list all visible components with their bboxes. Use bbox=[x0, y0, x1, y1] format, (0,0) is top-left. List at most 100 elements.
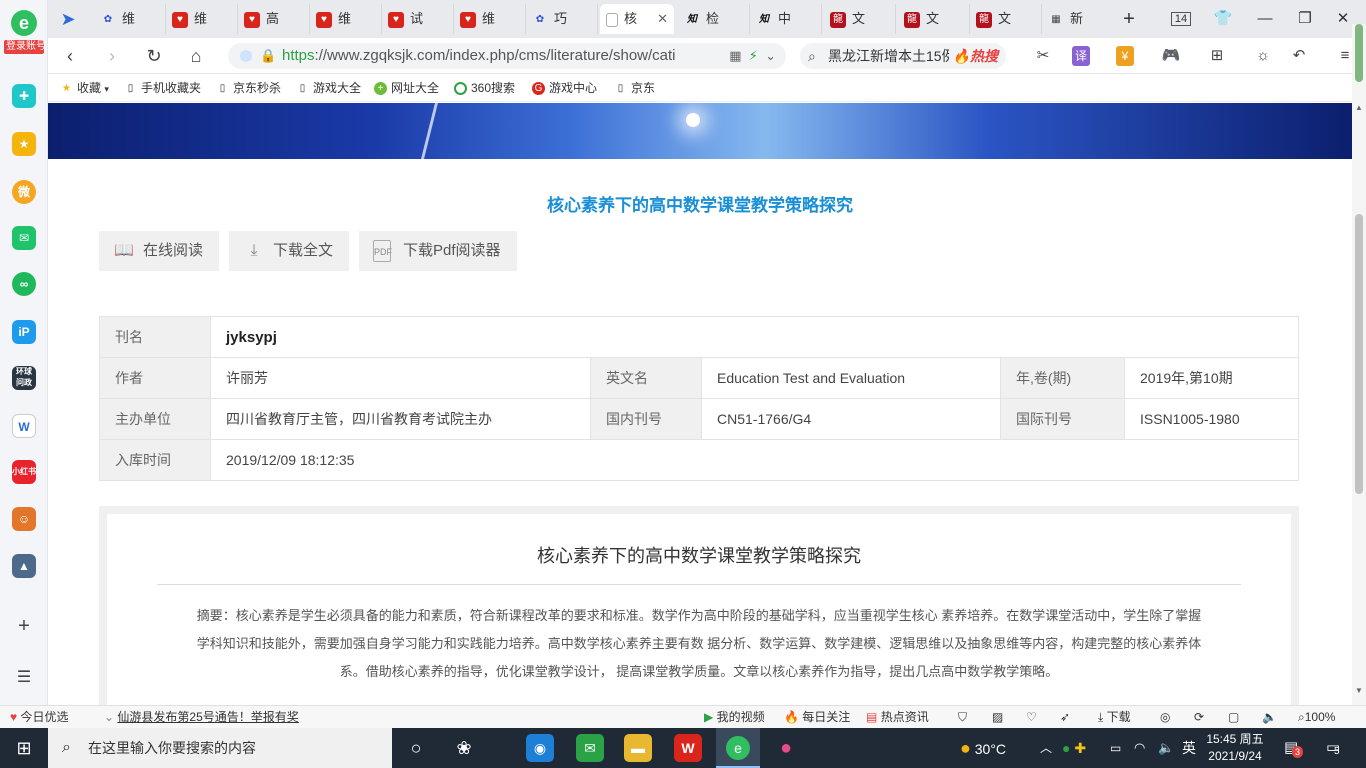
mail-icon[interactable]: ✉ bbox=[12, 226, 36, 250]
clock[interactable]: 15:45 周五 2021/9/24 bbox=[1198, 731, 1272, 765]
windows-start-icon[interactable]: ⊞ bbox=[10, 734, 38, 762]
today-picks[interactable]: ♥ 今日优选 bbox=[10, 706, 68, 728]
search-box[interactable]: ⌕ 黑龙江新增本土15例 🔥热搜 bbox=[800, 43, 1006, 69]
tab-14[interactable]: ▦ 新 bbox=[1042, 4, 1114, 34]
news-ticker[interactable]: ⌄ 仙游县发布第25号通告！举报有奖 bbox=[104, 706, 299, 728]
apps-grid-icon[interactable]: ⊞ bbox=[1206, 46, 1228, 66]
scroll-down-arrow-icon[interactable]: ▼ bbox=[1352, 686, 1366, 695]
vertical-scrollbar[interactable]: ▲ ▼ bbox=[1352, 24, 1366, 705]
tab-9[interactable]: 知检 bbox=[678, 4, 750, 34]
url-input[interactable]: 🔒 https://www.zgqksjk.com/index.php/cms/… bbox=[228, 43, 786, 69]
menu-list-icon[interactable]: ☰ bbox=[12, 666, 36, 690]
bookmark-360-search[interactable]: 360搜索 bbox=[454, 75, 515, 102]
rocket-icon[interactable]: ➶ bbox=[1060, 706, 1070, 728]
bookmark-mobile[interactable]: ▯ 手机收藏夹 bbox=[124, 75, 201, 102]
tray-expand-icon[interactable]: ︿ bbox=[1040, 728, 1052, 768]
ime-indicator[interactable]: 英 bbox=[1182, 728, 1196, 768]
brightness-icon[interactable]: ☼ bbox=[1252, 46, 1274, 66]
browser-app-icon[interactable]: ◉ bbox=[526, 734, 554, 762]
ip-icon[interactable]: iP bbox=[12, 320, 36, 344]
action-center-icon[interactable]: ▭ 5 bbox=[1326, 728, 1340, 768]
download-pdf-reader-button[interactable]: PDF 下载Pdf阅读器 bbox=[359, 231, 517, 271]
url-tail-icons[interactable]: ▦ ⚡ ⌄ bbox=[729, 43, 776, 69]
compass-icon[interactable]: ➤ bbox=[54, 5, 82, 33]
health-icon[interactable]: ✚ bbox=[12, 84, 36, 108]
tab-4[interactable]: ♥ 维 bbox=[310, 4, 382, 34]
translate-icon[interactable]: 译 bbox=[1072, 46, 1090, 66]
hot-search-label[interactable]: 🔥热搜 bbox=[948, 43, 998, 69]
360-browser-taskbar-icon[interactable]: e bbox=[716, 728, 760, 768]
home-button[interactable]: ⌂ bbox=[182, 42, 210, 70]
bookmark-url-nav[interactable]: + 网址大全 bbox=[374, 75, 439, 102]
tab-count-button[interactable]: 14 bbox=[1166, 4, 1196, 34]
weather[interactable]: ● 30°C bbox=[960, 728, 1006, 768]
minimize-button[interactable]: — bbox=[1250, 4, 1280, 34]
tab-6[interactable]: ♥ 维 bbox=[454, 4, 526, 34]
tab-2[interactable]: ♥ 维 bbox=[166, 4, 238, 34]
weibo-icon[interactable]: 微 bbox=[12, 180, 36, 204]
tab-10[interactable]: 知中 bbox=[750, 4, 822, 34]
wifi-icon[interactable]: ◠ bbox=[1134, 728, 1145, 768]
news-icon[interactable]: 环球 问政 bbox=[12, 366, 36, 390]
skin-shirt-icon[interactable]: 👕 bbox=[1208, 4, 1238, 34]
window-icon[interactable]: ▢ bbox=[1228, 706, 1239, 728]
tab-5[interactable]: ♥ 试 bbox=[382, 4, 454, 34]
back-button[interactable]: ‹ bbox=[56, 42, 84, 70]
favorite-star-icon[interactable]: ★ bbox=[12, 132, 36, 156]
word-doc-icon[interactable]: W bbox=[12, 414, 36, 438]
sync-icon[interactable]: ⟳ bbox=[1194, 706, 1204, 728]
scissors-icon[interactable]: ✂ bbox=[1032, 46, 1054, 66]
my-video[interactable]: ▶ 我的视频 bbox=[704, 706, 765, 728]
tray-green-icon[interactable]: ● ✚ bbox=[1062, 728, 1086, 768]
tab-1[interactable]: ✿ 维 bbox=[94, 4, 166, 34]
game-controller-icon[interactable]: 🎮 bbox=[1160, 46, 1182, 66]
login-badge[interactable]: 登录账号 bbox=[4, 40, 46, 54]
speaker-icon[interactable]: 🔈 bbox=[1158, 728, 1174, 768]
read-online-button[interactable]: 📖 在线阅读 bbox=[99, 231, 219, 271]
wechat-icon[interactable]: ✉ bbox=[576, 734, 604, 762]
health-status-icon[interactable]: ♡ bbox=[1026, 706, 1037, 728]
scrollbar-thumb[interactable] bbox=[1355, 214, 1363, 494]
volume-icon[interactable]: 🔈 bbox=[1262, 706, 1277, 728]
game-icon-2[interactable]: ▲ bbox=[12, 554, 36, 578]
tab-8-active[interactable]: 核 ✕ bbox=[600, 4, 674, 34]
download-full-button[interactable]: ⤓ 下载全文 bbox=[229, 231, 349, 271]
close-tab-icon[interactable]: ✕ bbox=[657, 4, 668, 34]
browser-logo[interactable]: e 登录账号 bbox=[4, 10, 46, 60]
refresh-button[interactable]: ↻ bbox=[140, 42, 168, 70]
game-icon-1[interactable]: ☺ bbox=[12, 507, 36, 531]
tab-3[interactable]: ♥ 高 bbox=[238, 4, 310, 34]
scroll-up-arrow-icon[interactable]: ▲ bbox=[1352, 103, 1366, 112]
bookmark-jd[interactable]: ▯ 京东 bbox=[614, 75, 655, 102]
cortana-icon[interactable]: ○ bbox=[402, 734, 430, 762]
tab-12[interactable]: 龍文 bbox=[898, 4, 970, 34]
tab-13[interactable]: 龍文 bbox=[970, 4, 1042, 34]
add-icon[interactable]: + bbox=[12, 614, 36, 638]
coupon-icon[interactable]: ¥ bbox=[1116, 46, 1134, 66]
battery-icon[interactable]: ▭ bbox=[1110, 728, 1121, 768]
color-drop-icon[interactable]: ● bbox=[772, 734, 800, 762]
restore-button[interactable]: ❐ bbox=[1290, 4, 1320, 34]
privacy-icon[interactable]: ◎ bbox=[1160, 706, 1170, 728]
shield-status-icon[interactable]: ⛉ bbox=[958, 706, 967, 728]
tab-11[interactable]: 龍文 bbox=[824, 4, 896, 34]
bookmark-game-center[interactable]: G 游戏中心 bbox=[532, 75, 597, 102]
hot-news[interactable]: ▤ 热点资讯 bbox=[866, 706, 929, 728]
daily-follow[interactable]: 🔥 每日关注 bbox=[784, 706, 850, 728]
zoom-level[interactable]: ⌕100% bbox=[1298, 706, 1335, 728]
shop-icon[interactable]: 小红书 bbox=[12, 460, 36, 484]
forward-button[interactable]: › bbox=[98, 42, 126, 70]
download-status[interactable]: ⤓ 下载 bbox=[1098, 706, 1131, 728]
sidebar-scroll-thumb[interactable] bbox=[1355, 24, 1363, 82]
taskbar-search[interactable]: ⌕ 在这里输入你要搜索的内容 bbox=[48, 728, 392, 768]
wps-icon[interactable]: W bbox=[674, 734, 702, 762]
tab-7[interactable]: ✿ 巧 bbox=[526, 4, 598, 34]
undo-icon[interactable]: ↶ bbox=[1288, 46, 1310, 66]
link-icon[interactable]: ∞ bbox=[12, 272, 36, 296]
image-icon[interactable]: ▨ bbox=[992, 706, 1003, 728]
bookmark-jd-seckill[interactable]: ▯ 京东秒杀 bbox=[216, 75, 281, 102]
notification-icon[interactable]: ▤ 3 bbox=[1284, 728, 1304, 768]
file-explorer-icon[interactable]: ▬ bbox=[624, 734, 652, 762]
bookmark-favorites[interactable]: ★ 收藏 ▾ bbox=[60, 75, 109, 102]
bookmark-games[interactable]: ▯ 游戏大全 bbox=[296, 75, 361, 102]
